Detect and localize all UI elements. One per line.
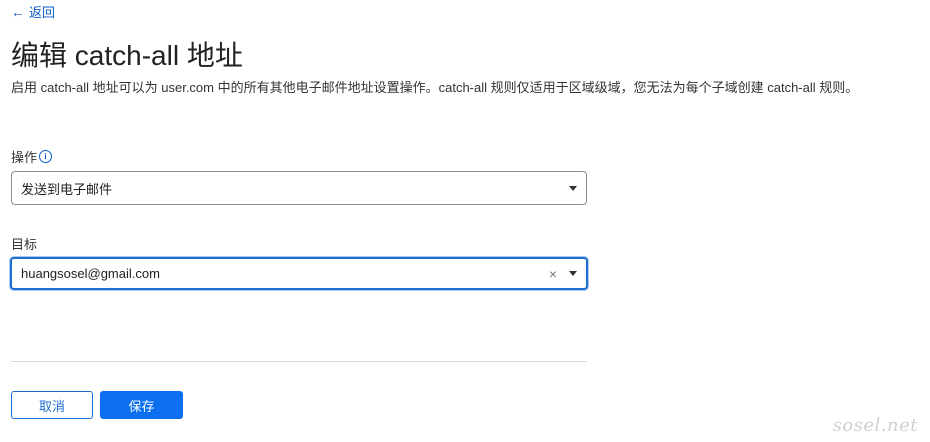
action-label-text: 操作 [11,150,38,165]
target-select[interactable]: huangsosel@gmail.com × [10,257,588,290]
page: ← 返回 编辑 catch-all 地址 启用 catch-all 地址可以为 … [0,0,930,442]
cancel-button[interactable]: 取消 [11,391,93,419]
info-icon[interactable]: i [39,150,53,163]
back-label: 返回 [29,5,56,20]
action-select-value: 发送到电子邮件 [21,181,113,197]
arrow-left-icon: ← [11,3,25,20]
target-label-text: 目标 [11,237,38,252]
back-link[interactable]: ← 返回 [11,2,55,21]
page-title: 编辑 catch-all 地址 [11,40,243,71]
target-select-value: huangsosel@gmail.com [21,266,160,281]
caret-down-icon[interactable] [569,271,577,276]
target-field-label: 目标 [11,234,37,253]
caret-down-icon[interactable] [569,185,577,191]
save-button[interactable]: 保存 [100,391,183,419]
action-field-label: 操作 i [11,147,53,166]
page-description: 启用 catch-all 地址可以为 user.com 中的所有其他电子邮件地址… [11,80,859,95]
action-select[interactable]: 发送到电子邮件 [11,171,587,205]
clear-icon[interactable]: × [549,267,557,281]
watermark: sosel.net [832,415,918,436]
divider [11,361,587,362]
